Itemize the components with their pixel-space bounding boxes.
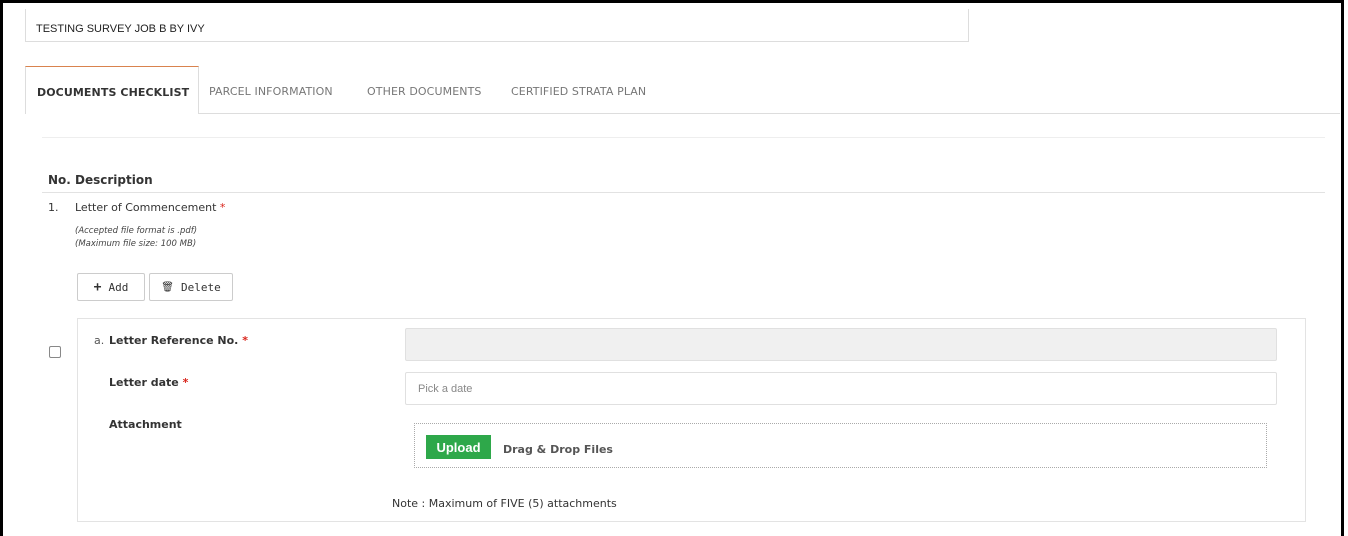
tab-bar: DOCUMENTS CHECKLIST PARCEL INFORMATION O… [25,66,1340,114]
job-title-field: TESTING SURVEY JOB B BY IVY [25,9,969,42]
delete-button-label: Delete [180,280,221,294]
column-header-no: No. [48,173,71,187]
date-label-text: Letter date [109,376,179,389]
required-mark: * [242,334,248,347]
date-label: Letter date * [109,376,188,389]
required-mark: * [219,201,226,214]
ref-label-text: Letter Reference No. [109,334,239,347]
add-button[interactable]: + Add [77,273,145,301]
plus-icon: + [93,279,102,295]
trash-icon: 🗑 [161,281,174,293]
item-title-text: Letter of Commencement [75,201,217,214]
item-number: 1. [48,201,59,214]
section-divider [42,137,1325,138]
letter-date-input[interactable]: Pick a date [405,372,1277,405]
size-note: (Maximum file size: 100 MB) [75,239,197,249]
attachment-label: Attachment [109,418,182,431]
required-mark: * [182,376,189,389]
tab-parcel-information[interactable]: PARCEL INFORMATION [209,66,333,113]
header-divider [42,192,1325,193]
item-title: Letter of Commencement * [75,201,225,214]
attachment-limit-note: Note : Maximum of FIVE (5) attachments [392,497,617,510]
column-header-description: Description [75,173,153,187]
ref-label: Letter Reference No. * [109,334,248,347]
delete-button[interactable]: 🗑 Delete [149,273,233,301]
drag-drop-text: Drag & Drop Files [503,443,613,456]
entry-letter: a. [94,334,105,347]
letter-reference-input[interactable] [405,328,1277,361]
add-button-label: Add [108,280,129,294]
tab-other-documents[interactable]: OTHER DOCUMENTS [367,66,481,113]
format-note: (Accepted file format is .pdf) [75,226,198,236]
tab-certified-strata-plan[interactable]: CERTIFIED STRATA PLAN [511,66,646,113]
upload-button[interactable]: Upload [426,435,491,459]
select-entry-checkbox[interactable] [49,346,61,358]
tab-documents-checklist[interactable]: DOCUMENTS CHECKLIST [25,66,199,114]
